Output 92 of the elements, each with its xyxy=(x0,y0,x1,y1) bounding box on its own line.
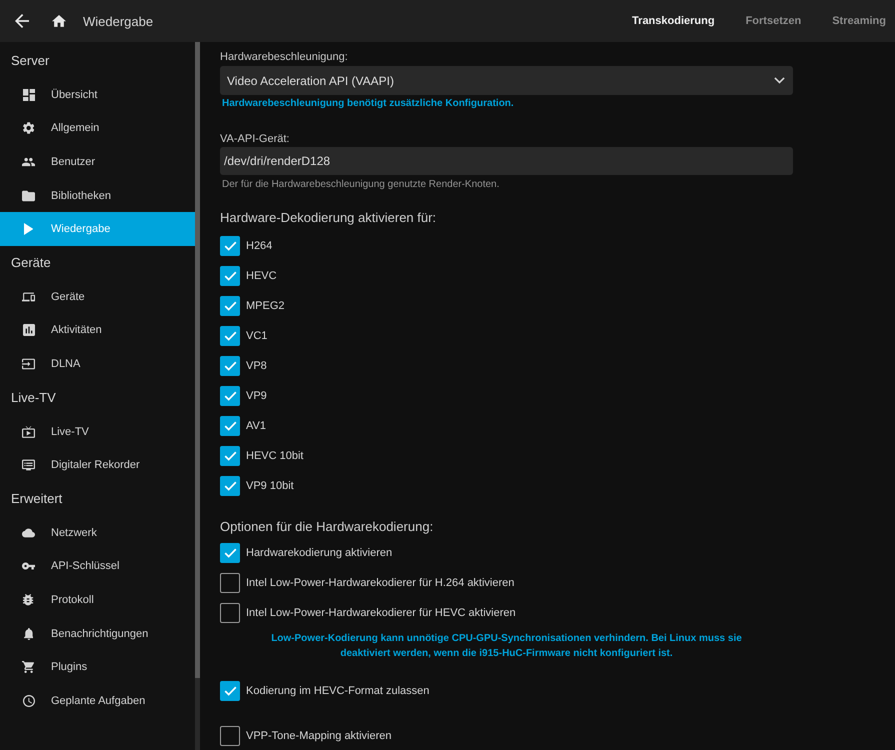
checkbox[interactable] xyxy=(220,326,240,346)
sidebar-item[interactable]: Plugins xyxy=(0,650,195,684)
checkbox[interactable] xyxy=(220,236,240,256)
field-label: VA-API-Gerät: xyxy=(220,132,290,147)
sidebar-item[interactable]: Allgemein xyxy=(0,112,195,146)
checkbox[interactable] xyxy=(220,543,240,563)
checkbox-label[interactable]: H264 xyxy=(246,240,272,252)
configuration-hint: Hardwarebeschleunigung benötigt zusätzliche Konfiguration. xyxy=(221,97,515,111)
checkmark-icon xyxy=(224,481,236,491)
checkbox-label[interactable]: MPEG2 xyxy=(246,300,285,312)
sidebar-item[interactable]: Benutzer xyxy=(0,145,195,179)
laptop-phone-icon xyxy=(22,290,35,303)
checkbox[interactable] xyxy=(220,681,240,701)
section-heading: Hardware-Dekodierung aktivieren für: xyxy=(220,210,438,226)
checkbox-label[interactable]: AV1 xyxy=(246,420,266,432)
page-title: Wiedergabe xyxy=(83,14,154,28)
checkbox-label[interactable]: VP9 xyxy=(246,390,267,402)
people-icon xyxy=(22,156,35,168)
checkbox[interactable] xyxy=(220,573,240,593)
sidebar-item[interactable]: Protokoll xyxy=(0,583,195,617)
sidebar-item[interactable]: Aktivitäten xyxy=(0,314,195,348)
home-icon xyxy=(52,15,66,27)
acceleration-select[interactable]: Video Acceleration API (VAAPI) xyxy=(220,66,793,95)
bar-chart-icon xyxy=(22,324,34,336)
checkmark-icon xyxy=(224,271,236,281)
checkbox-label[interactable]: Kodierung im HEVC-Format zulassen xyxy=(246,685,430,697)
checkbox[interactable] xyxy=(220,446,240,466)
checkmark-icon xyxy=(224,421,236,431)
sidebar-item[interactable]: Übersicht xyxy=(0,78,195,112)
header-tab[interactable]: Transkodierung xyxy=(632,15,715,27)
checkbox[interactable] xyxy=(220,603,240,623)
checkmark-icon xyxy=(224,241,236,251)
checkbox-label[interactable]: VPP-Tone-Mapping aktivieren xyxy=(246,730,392,742)
sidebar-item[interactable]: Netzwerk xyxy=(0,516,195,550)
checkmark-icon xyxy=(224,548,236,558)
checkbox[interactable] xyxy=(220,386,240,406)
sidebar-section-heading: Server xyxy=(10,52,50,70)
cloud-icon xyxy=(22,526,35,539)
clock-icon xyxy=(22,694,34,707)
checkbox-label[interactable]: Intel Low-Power-Hardwarekodierer für H.264 aktivieren xyxy=(246,577,514,589)
tv-icon xyxy=(22,426,35,438)
checkmark-icon xyxy=(224,301,236,311)
sidebar-item[interactable]: Live-TV xyxy=(0,414,195,448)
checkmark-icon xyxy=(224,686,236,696)
field-help-text: Der für die Hardwarebeschleunigung genutzte Render-Knoten. xyxy=(221,178,500,192)
sidebar-item[interactable]: Digitaler Rekorder xyxy=(0,448,195,482)
checkbox[interactable] xyxy=(220,476,240,496)
checkmark-icon xyxy=(224,361,236,371)
checkbox-label[interactable]: Intel Low-Power-Hardwarekodierer für HEVC aktivieren xyxy=(246,607,516,619)
checkbox[interactable] xyxy=(220,356,240,376)
checkbox-label[interactable]: HEVC 10bit xyxy=(246,450,304,462)
checkbox-label[interactable]: VP8 xyxy=(246,360,267,372)
bug-icon xyxy=(23,594,34,606)
play-icon xyxy=(24,223,34,236)
sidebar-item[interactable]: Geplante Aufgaben xyxy=(0,684,195,718)
checkbox[interactable] xyxy=(220,726,240,746)
sidebar-item[interactable]: API-Schlüssel xyxy=(0,550,195,584)
checkbox[interactable] xyxy=(220,416,240,436)
info-note: Low-Power-Kodierung kann unnötige CPU-GPU-Synchronisationen verhindern. Bei Linux muss sie deaktiviert werden, wenn die i915-HuC-Firmware nicht konfiguriert ist. xyxy=(270,632,743,661)
checkbox-label[interactable]: HEVC xyxy=(246,270,277,282)
checkbox[interactable] xyxy=(220,266,240,286)
key-icon xyxy=(22,560,35,572)
arrow-into-box-icon xyxy=(22,358,35,370)
section-heading: Optionen für die Hardwarekodierung: xyxy=(220,519,434,535)
back-arrow-icon xyxy=(15,14,29,28)
device-path-field[interactable]: /dev/dri/renderD128 xyxy=(220,147,793,175)
sidebar-section-heading: Geräte xyxy=(10,254,52,272)
checkmark-icon xyxy=(224,451,236,461)
sidebar-section-heading: Erweitert xyxy=(10,490,64,508)
field-label: Hardwarebeschleunigung: xyxy=(220,50,349,65)
checkbox[interactable] xyxy=(220,296,240,316)
sidebar-item[interactable]: Geräte xyxy=(0,280,195,314)
folder-icon xyxy=(22,190,35,202)
bell-icon xyxy=(24,628,34,640)
sidebar-item[interactable]: Benachrichtigungen xyxy=(0,616,195,650)
cart-icon xyxy=(22,661,35,674)
grid-icon xyxy=(22,88,34,101)
sidebar-item[interactable]: Bibliotheken xyxy=(0,178,195,212)
monitor-icon xyxy=(22,459,35,472)
home-button[interactable] xyxy=(52,15,66,27)
chevron-down-icon xyxy=(774,77,785,84)
sidebar-section-heading: Live-TV xyxy=(10,388,57,407)
checkbox-label[interactable]: VP9 10bit xyxy=(246,480,294,492)
sidebar-item[interactable]: DLNA xyxy=(0,347,195,381)
settings-icon xyxy=(22,122,34,134)
checkmark-icon xyxy=(224,331,236,341)
back-button[interactable] xyxy=(15,14,29,28)
header-tab[interactable]: Streaming xyxy=(832,15,886,27)
checkbox-label[interactable]: Hardwarekodierung aktivieren xyxy=(246,547,392,559)
checkmark-icon xyxy=(224,391,236,401)
checkbox-label[interactable]: VC1 xyxy=(246,330,268,342)
header-tab[interactable]: Fortsetzen xyxy=(746,15,802,27)
